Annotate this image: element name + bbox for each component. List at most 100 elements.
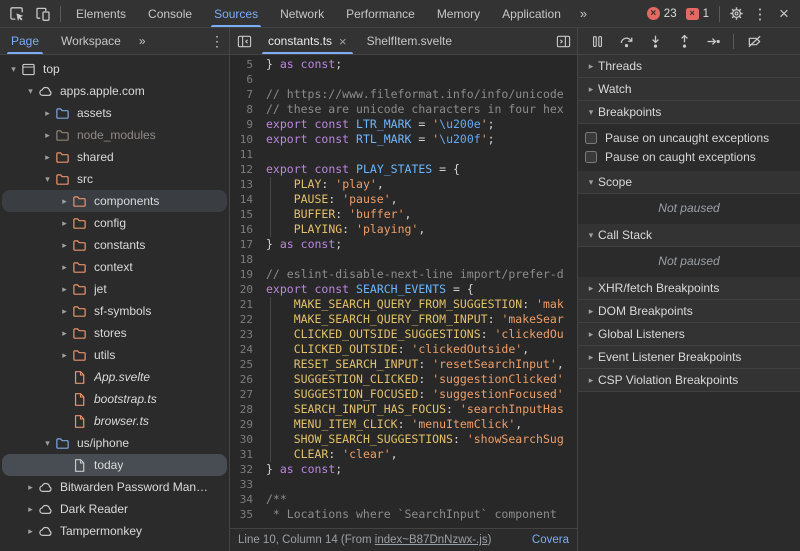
section-header-call-stack[interactable]: ▾ Call Stack [578,224,800,247]
line-number[interactable]: 30 [230,432,266,447]
line-number[interactable]: 26 [230,372,266,387]
collapsed-arrow-icon[interactable]: ▸ [57,328,72,339]
code-editor[interactable]: 5} as const; 6 7// https://www.fileformat.… [230,55,577,528]
line-number[interactable]: 11 [230,147,266,162]
tree-item-bootstrap-ts[interactable]: bootstrap.ts [2,388,227,410]
line-number[interactable]: 7 [230,87,266,102]
line-number[interactable]: 28 [230,402,266,417]
tree-item-today[interactable]: today [2,454,227,476]
step-into-icon[interactable] [644,30,666,52]
collapsed-arrow-icon[interactable]: ▸ [23,504,38,515]
section-header-xhr-fetch-breakpoints[interactable]: ▸ XHR/fetch Breakpoints [578,277,800,300]
section-header-scope[interactable]: ▾ Scope [578,171,800,194]
navigator-more-tabs-button[interactable]: » [132,28,153,54]
tree-item-stores[interactable]: ▸ stores [2,322,227,344]
tree-item-top[interactable]: ▾ top [2,58,227,80]
inspect-element-icon[interactable] [4,2,30,26]
line-number[interactable]: 19 [230,267,266,282]
line-number[interactable]: 32 [230,462,266,477]
step-icon[interactable] [702,30,724,52]
expanded-arrow-icon[interactable]: ▾ [40,174,55,185]
step-out-icon[interactable] [673,30,695,52]
navigator-menu-kebab-icon[interactable]: ⋮ [205,28,229,54]
tree-item-app-svelte[interactable]: App.svelte [2,366,227,388]
line-number[interactable]: 15 [230,207,266,222]
collapsed-arrow-icon[interactable]: ▸ [57,218,72,229]
line-number[interactable]: 35 [230,507,266,522]
tree-item-context[interactable]: ▸ context [2,256,227,278]
line-number[interactable]: 8 [230,102,266,117]
more-panels-button[interactable]: » [572,6,596,21]
checkbox-unchecked[interactable] [585,131,597,144]
section-header-dom-breakpoints[interactable]: ▸ DOM Breakpoints [578,300,800,323]
tree-item-shared[interactable]: ▸ shared [2,146,227,168]
line-number[interactable]: 16 [230,222,266,237]
section-header-global-listeners[interactable]: ▸ Global Listeners [578,323,800,346]
collapsed-arrow-icon[interactable]: ▸ [40,108,55,119]
close-tab-icon[interactable]: × [339,35,347,48]
panel-tab-console[interactable]: Console [137,0,203,27]
collapsed-arrow-icon[interactable]: ▸ [57,284,72,295]
section-header-watch[interactable]: ▸ Watch [578,78,800,101]
line-number[interactable]: 33 [230,477,266,492]
panel-tab-network[interactable]: Network [269,0,335,27]
tree-item-browser-ts[interactable]: browser.ts [2,410,227,432]
line-number[interactable]: 29 [230,417,266,432]
line-number[interactable]: 12 [230,162,266,177]
line-number[interactable]: 24 [230,342,266,357]
tree-item-config[interactable]: ▸ config [2,212,227,234]
collapsed-arrow-icon[interactable]: ▸ [40,130,55,141]
pause-icon[interactable] [586,30,608,52]
coverage-link[interactable]: Covera [532,534,569,546]
issues-badge[interactable]: × 1 [685,7,709,20]
panel-tab-memory[interactable]: Memory [426,0,491,27]
line-number[interactable]: 31 [230,447,266,462]
panel-tab-application[interactable]: Application [491,0,572,27]
line-number[interactable]: 13 [230,177,266,192]
expanded-arrow-icon[interactable]: ▾ [40,438,55,449]
checkbox-unchecked[interactable] [585,150,597,163]
collapsed-arrow-icon[interactable]: ▸ [57,306,72,317]
line-number[interactable]: 27 [230,387,266,402]
line-number[interactable]: 21 [230,297,266,312]
tree-item-jet[interactable]: ▸ jet [2,278,227,300]
tree-item-components[interactable]: ▸ components [2,190,227,212]
collapsed-arrow-icon[interactable]: ▸ [23,526,38,537]
collapsed-arrow-icon[interactable]: ▸ [57,262,72,273]
line-number[interactable]: 22 [230,312,266,327]
section-header-threads[interactable]: ▸ Threads [578,55,800,78]
tree-item-src[interactable]: ▾ src [2,168,227,190]
collapsed-arrow-icon[interactable]: ▸ [23,482,38,493]
section-header-breakpoints[interactable]: ▾ Breakpoints [578,101,800,124]
tree-item-us-iphone[interactable]: ▾ us/iphone [2,432,227,454]
tree-item-dark-reader[interactable]: ▸ Dark Reader [2,498,227,520]
line-number[interactable]: 23 [230,327,266,342]
editor-tab-constants-ts[interactable]: constants.ts × [258,28,357,54]
tree-item-utils[interactable]: ▸ utils [2,344,227,366]
collapsed-arrow-icon[interactable]: ▸ [57,240,72,251]
line-number[interactable]: 6 [230,72,266,87]
collapsed-arrow-icon[interactable]: ▸ [57,350,72,361]
collapsed-arrow-icon[interactable]: ▸ [57,196,72,207]
deactivate-breakpoints-icon[interactable] [743,30,765,52]
tree-item-sf-symbols[interactable]: ▸ sf-symbols [2,300,227,322]
navigator-tab-page[interactable]: Page [0,28,50,54]
editor-tab-shelfitem-svelte[interactable]: ShelfItem.svelte [357,28,462,54]
tree-item-assets[interactable]: ▸ assets [2,102,227,124]
tree-item-node-modules[interactable]: ▸ node_modules [2,124,227,146]
line-number[interactable]: 9 [230,117,266,132]
panel-tab-sources[interactable]: Sources [203,0,269,27]
settings-gear-icon[interactable] [724,2,748,26]
tree-item-bitwarden-password-man[interactable]: ▸ Bitwarden Password Man… [2,476,227,498]
section-header-event-listener-breakpoints[interactable]: ▸ Event Listener Breakpoints [578,346,800,369]
close-devtools-icon[interactable]: × [772,2,796,26]
panel-tab-performance[interactable]: Performance [335,0,426,27]
step-over-icon[interactable] [615,30,637,52]
toggle-debugger-sidebar-icon[interactable] [549,28,577,54]
panel-tab-elements[interactable]: Elements [65,0,137,27]
toggle-navigator-icon[interactable] [230,28,258,54]
tree-item-apps-apple-com[interactable]: ▾ apps.apple.com [2,80,227,102]
line-number[interactable]: 14 [230,192,266,207]
tree-item-tampermonkey[interactable]: ▸ Tampermonkey [2,520,227,542]
line-number[interactable]: 18 [230,252,266,267]
